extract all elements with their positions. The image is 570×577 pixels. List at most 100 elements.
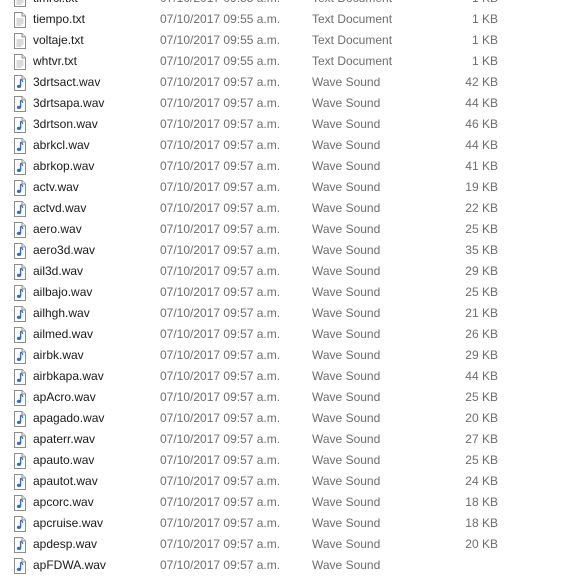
file-size: 18 KB: [465, 516, 498, 530]
file-type: Wave Sound: [312, 306, 381, 320]
file-name[interactable]: whtvr.txt: [33, 51, 77, 72]
file-row[interactable]: abrkop.wav 07/10/2017 09:57 a.m. Wave So…: [0, 156, 570, 177]
file-size: 1 KB: [471, 54, 498, 68]
file-type: Wave Sound: [312, 558, 381, 572]
file-name[interactable]: abrkop.wav: [33, 156, 94, 177]
file-type: Text Document: [312, 0, 392, 9]
file-row[interactable]: apauto.wav 07/10/2017 09:57 a.m. Wave So…: [0, 450, 570, 471]
file-size: 24 KB: [465, 474, 498, 488]
file-row[interactable]: apaterr.wav 07/10/2017 09:57 a.m. Wave S…: [0, 429, 570, 450]
file-row[interactable]: apFDWA.wav 07/10/2017 09:57 a.m. Wave So…: [0, 555, 570, 576]
text-file-icon: [13, 54, 27, 70]
file-row[interactable]: ailmed.wav 07/10/2017 09:57 a.m. Wave So…: [0, 324, 570, 345]
file-name[interactable]: apdesp.wav: [33, 534, 97, 555]
file-name[interactable]: apautot.wav: [33, 471, 98, 492]
file-name[interactable]: ailmed.wav: [33, 324, 93, 345]
file-row[interactable]: 3drtsact.wav 07/10/2017 09:57 a.m. Wave …: [0, 72, 570, 93]
file-type: Wave Sound: [312, 264, 381, 278]
file-name[interactable]: voltaje.txt: [33, 30, 84, 51]
file-name[interactable]: ailbajo.wav: [33, 282, 92, 303]
file-type: Wave Sound: [312, 201, 381, 215]
file-name[interactable]: ailhgh.wav: [33, 303, 90, 324]
file-row[interactable]: abrkcl.wav 07/10/2017 09:57 a.m. Wave So…: [0, 135, 570, 156]
file-size: 29 KB: [465, 348, 498, 362]
file-date-modified: 07/10/2017 09:57 a.m.: [160, 138, 281, 152]
file-size: 25 KB: [465, 285, 498, 299]
file-type: Wave Sound: [312, 390, 381, 404]
file-row[interactable]: actvd.wav 07/10/2017 09:57 a.m. Wave Sou…: [0, 198, 570, 219]
file-name[interactable]: apAcro.wav: [33, 387, 96, 408]
file-name[interactable]: airbk.wav: [33, 345, 84, 366]
file-name[interactable]: actv.wav: [33, 177, 79, 198]
file-name[interactable]: apauto.wav: [33, 450, 94, 471]
file-date-modified: 07/10/2017 09:57 a.m.: [160, 243, 281, 257]
file-type: Wave Sound: [312, 138, 381, 152]
file-row[interactable]: whtvr.txt 07/10/2017 09:55 a.m. Text Doc…: [0, 51, 570, 72]
file-name[interactable]: apcorc.wav: [33, 492, 94, 513]
file-date-modified: 07/10/2017 09:57 a.m.: [160, 348, 281, 362]
file-row[interactable]: voltaje.txt 07/10/2017 09:55 a.m. Text D…: [0, 30, 570, 51]
file-type: Wave Sound: [312, 474, 381, 488]
file-type: Wave Sound: [312, 75, 381, 89]
file-name[interactable]: ail3d.wav: [33, 261, 83, 282]
file-size: 44 KB: [465, 369, 498, 383]
file-row[interactable]: apAcro.wav 07/10/2017 09:57 a.m. Wave So…: [0, 387, 570, 408]
file-row[interactable]: ailbajo.wav 07/10/2017 09:57 a.m. Wave S…: [0, 282, 570, 303]
file-date-modified: 07/10/2017 09:57 a.m.: [160, 180, 281, 194]
audio-file-icon: [13, 138, 27, 154]
file-date-modified: 07/10/2017 09:57 a.m.: [160, 453, 281, 467]
file-name[interactable]: timrcl.txt: [33, 0, 78, 9]
file-size: 22 KB: [465, 201, 498, 215]
file-row[interactable]: airbkapa.wav 07/10/2017 09:57 a.m. Wave …: [0, 366, 570, 387]
audio-file-icon: [13, 348, 27, 364]
file-name[interactable]: airbkapa.wav: [33, 366, 104, 387]
file-row[interactable]: ailhgh.wav 07/10/2017 09:57 a.m. Wave So…: [0, 303, 570, 324]
file-size: 18 KB: [465, 495, 498, 509]
file-size: 46 KB: [465, 117, 498, 131]
file-size: 27 KB: [465, 432, 498, 446]
file-size: 1 KB: [471, 12, 498, 26]
file-row[interactable]: tiempo.txt 07/10/2017 09:55 a.m. Text Do…: [0, 9, 570, 30]
file-name[interactable]: 3drtson.wav: [33, 114, 98, 135]
file-type: Text Document: [312, 54, 393, 68]
file-name[interactable]: abrkcl.wav: [33, 135, 90, 156]
file-name[interactable]: apFDWA.wav: [33, 555, 106, 576]
file-row[interactable]: apcorc.wav 07/10/2017 09:57 a.m. Wave So…: [0, 492, 570, 513]
file-row[interactable]: aero.wav 07/10/2017 09:57 a.m. Wave Soun…: [0, 219, 570, 240]
file-row[interactable]: airbk.wav 07/10/2017 09:57 a.m. Wave Sou…: [0, 345, 570, 366]
file-date-modified: 07/10/2017 09:57 a.m.: [160, 390, 281, 404]
file-date-modified: 07/10/2017 09:57 a.m.: [160, 306, 281, 320]
file-type: Wave Sound: [312, 537, 381, 551]
file-type: Text Document: [312, 12, 393, 26]
file-row[interactable]: apcruise.wav 07/10/2017 09:57 a.m. Wave …: [0, 513, 570, 534]
file-row[interactable]: actv.wav 07/10/2017 09:57 a.m. Wave Soun…: [0, 177, 570, 198]
file-name[interactable]: aero.wav: [33, 219, 82, 240]
file-size: 44 KB: [465, 138, 498, 152]
file-type: Wave Sound: [312, 348, 381, 362]
audio-file-icon: [13, 390, 27, 406]
file-row[interactable]: apagado.wav 07/10/2017 09:57 a.m. Wave S…: [0, 408, 570, 429]
file-size: 21 KB: [465, 306, 498, 320]
file-name[interactable]: tiempo.txt: [33, 9, 85, 30]
file-name[interactable]: 3drtsact.wav: [33, 72, 100, 93]
file-name[interactable]: apagado.wav: [33, 408, 104, 429]
file-name[interactable]: apcruise.wav: [33, 513, 103, 534]
file-row[interactable]: timrcl.txt 07/10/2017 09:55 a.m. Text Do…: [0, 0, 570, 9]
file-date-modified: 07/10/2017 09:55 a.m.: [160, 33, 281, 47]
audio-file-icon: [13, 495, 27, 511]
file-name[interactable]: aero3d.wav: [33, 240, 95, 261]
file-row[interactable]: 3drtson.wav 07/10/2017 09:57 a.m. Wave S…: [0, 114, 570, 135]
file-row[interactable]: aero3d.wav 07/10/2017 09:57 a.m. Wave So…: [0, 240, 570, 261]
file-row[interactable]: 3drtsapa.wav 07/10/2017 09:57 a.m. Wave …: [0, 93, 570, 114]
file-name[interactable]: actvd.wav: [33, 198, 86, 219]
file-row[interactable]: apautot.wav 07/10/2017 09:57 a.m. Wave S…: [0, 471, 570, 492]
file-date-modified: 07/10/2017 09:57 a.m.: [160, 432, 281, 446]
file-row[interactable]: ail3d.wav 07/10/2017 09:57 a.m. Wave Sou…: [0, 261, 570, 282]
audio-file-icon: [13, 474, 27, 490]
file-name[interactable]: 3drtsapa.wav: [33, 93, 104, 114]
file-name[interactable]: apaterr.wav: [33, 429, 95, 450]
file-size: 1 KB: [472, 0, 498, 9]
file-size: 25 KB: [465, 222, 498, 236]
file-row[interactable]: apdesp.wav 07/10/2017 09:57 a.m. Wave So…: [0, 534, 570, 555]
audio-file-icon: [13, 96, 27, 112]
